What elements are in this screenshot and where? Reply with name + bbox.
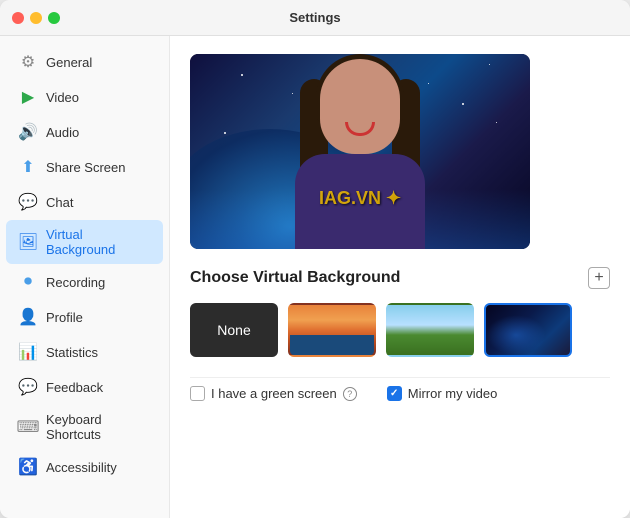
background-space[interactable] bbox=[484, 303, 572, 357]
statistics-icon: 📊 bbox=[18, 342, 38, 362]
sidebar: ⚙ General ▶ Video 🔊 Audio ⬆ Share Screen 💬 Chat 🖼 V… bbox=[0, 36, 170, 518]
sidebar-label-feedback: Feedback bbox=[46, 380, 103, 395]
person-head bbox=[320, 59, 400, 154]
sidebar-item-statistics[interactable]: 📊 Statistics bbox=[6, 335, 163, 369]
minimize-button[interactable] bbox=[30, 12, 42, 24]
settings-window: Settings ⚙ General ▶ Video 🔊 Audio ⬆ Share Scre… bbox=[0, 0, 630, 518]
backgrounds-row: None bbox=[190, 303, 610, 357]
mirror-video-label: Mirror my video bbox=[408, 386, 498, 401]
titlebar: Settings bbox=[0, 0, 630, 36]
sidebar-item-chat[interactable]: 💬 Chat bbox=[6, 185, 163, 219]
window-controls bbox=[12, 12, 60, 24]
sidebar-item-recording[interactable]: ⏺ Recording bbox=[6, 265, 163, 299]
mirror-video-checkbox[interactable] bbox=[387, 386, 402, 401]
sidebar-item-keyboard-shortcuts[interactable]: ⌨ Keyboard Shortcuts bbox=[6, 405, 163, 449]
feedback-icon: 💬 bbox=[18, 377, 38, 397]
background-bridge[interactable] bbox=[288, 303, 376, 357]
background-grass[interactable] bbox=[386, 303, 474, 357]
sidebar-label-chat: Chat bbox=[46, 195, 73, 210]
sidebar-item-video[interactable]: ▶ Video bbox=[6, 80, 163, 114]
green-screen-help-icon[interactable]: ? bbox=[343, 387, 357, 401]
watermark: IAG.VN ✦ bbox=[319, 188, 401, 209]
sidebar-item-virtual-background[interactable]: 🖼 Virtual Background bbox=[6, 220, 163, 264]
profile-icon: 👤 bbox=[18, 307, 38, 327]
keyboard-shortcuts-icon: ⌨ bbox=[18, 417, 38, 437]
chat-icon: 💬 bbox=[18, 192, 38, 212]
section-title: Choose Virtual Background bbox=[190, 269, 400, 287]
person-overlay bbox=[280, 59, 440, 249]
share-screen-icon: ⬆ bbox=[18, 157, 38, 177]
recording-icon: ⏺ bbox=[18, 272, 38, 292]
person-smile bbox=[345, 122, 375, 136]
options-row: I have a green screen ? Mirror my video bbox=[190, 377, 610, 401]
green-screen-label: I have a green screen bbox=[211, 386, 337, 401]
sidebar-label-profile: Profile bbox=[46, 310, 83, 325]
sidebar-label-accessibility: Accessibility bbox=[46, 460, 117, 475]
sidebar-label-statistics: Statistics bbox=[46, 345, 98, 360]
section-header: Choose Virtual Background + bbox=[190, 267, 610, 289]
virtual-background-icon: 🖼 bbox=[18, 232, 38, 252]
video-preview: IAG.VN ✦ bbox=[190, 54, 530, 249]
sidebar-label-keyboard-shortcuts: Keyboard Shortcuts bbox=[46, 412, 151, 442]
preview-background: IAG.VN ✦ bbox=[190, 54, 530, 249]
main-content: ⚙ General ▶ Video 🔊 Audio ⬆ Share Screen 💬 Chat 🖼 V… bbox=[0, 36, 630, 518]
background-none[interactable]: None bbox=[190, 303, 278, 357]
add-background-button[interactable]: + bbox=[588, 267, 610, 289]
accessibility-icon: ♿ bbox=[18, 457, 38, 477]
close-button[interactable] bbox=[12, 12, 24, 24]
sidebar-item-profile[interactable]: 👤 Profile bbox=[6, 300, 163, 334]
sidebar-label-share-screen: Share Screen bbox=[46, 160, 126, 175]
window-title: Settings bbox=[289, 10, 340, 25]
mirror-video-option: Mirror my video bbox=[387, 386, 498, 401]
sidebar-label-virtual-background: Virtual Background bbox=[46, 227, 151, 257]
sidebar-label-audio: Audio bbox=[46, 125, 79, 140]
sidebar-label-general: General bbox=[46, 55, 92, 70]
sidebar-item-general[interactable]: ⚙ General bbox=[6, 45, 163, 79]
sidebar-item-share-screen[interactable]: ⬆ Share Screen bbox=[6, 150, 163, 184]
maximize-button[interactable] bbox=[48, 12, 60, 24]
main-panel: IAG.VN ✦ Choose Virtual Background + Non… bbox=[170, 36, 630, 518]
sidebar-item-accessibility[interactable]: ♿ Accessibility bbox=[6, 450, 163, 484]
audio-icon: 🔊 bbox=[18, 122, 38, 142]
sidebar-label-video: Video bbox=[46, 90, 79, 105]
none-label: None bbox=[217, 322, 250, 338]
green-screen-option: I have a green screen ? bbox=[190, 386, 357, 401]
general-icon: ⚙ bbox=[18, 52, 38, 72]
green-screen-checkbox[interactable] bbox=[190, 386, 205, 401]
sidebar-label-recording: Recording bbox=[46, 275, 105, 290]
sidebar-item-audio[interactable]: 🔊 Audio bbox=[6, 115, 163, 149]
video-icon: ▶ bbox=[18, 87, 38, 107]
sidebar-item-feedback[interactable]: 💬 Feedback bbox=[6, 370, 163, 404]
